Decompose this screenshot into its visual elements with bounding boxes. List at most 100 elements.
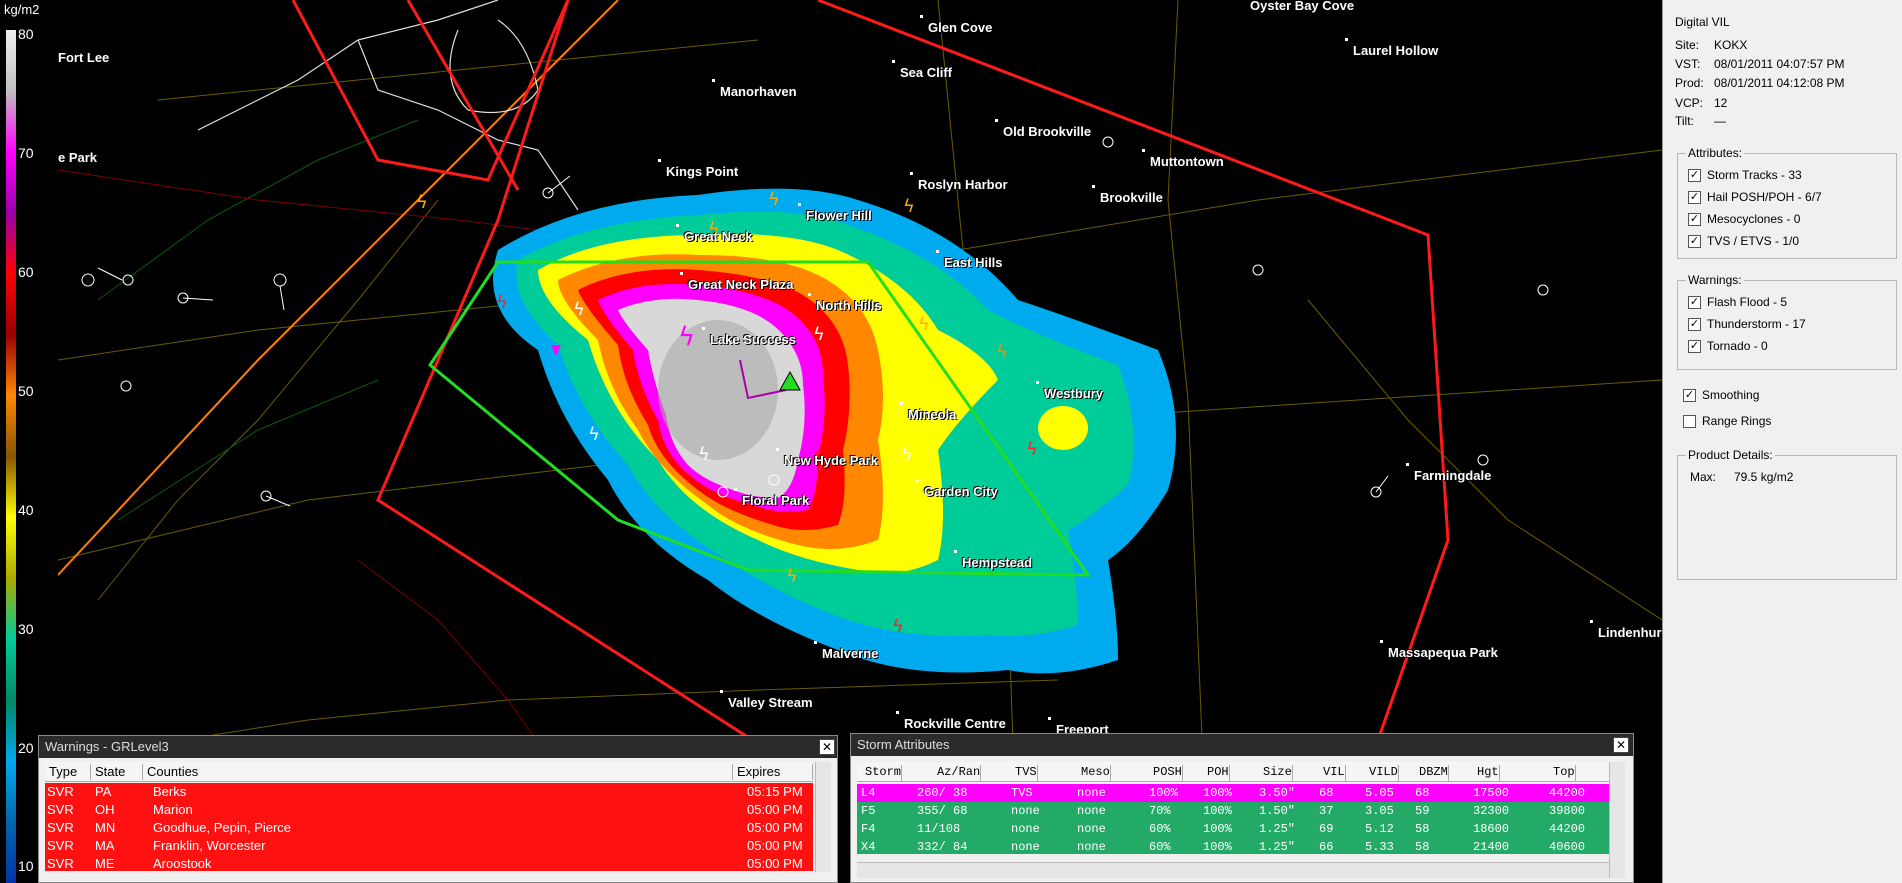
svg-text:ϟ: ϟ: [918, 314, 930, 335]
place-label: Glen Cove: [919, 15, 993, 35]
place-label: Manorhaven: [712, 79, 797, 99]
vst-label: VST:: [1675, 57, 1701, 71]
storm-cell: 39800: [1549, 804, 1586, 818]
attr-storm-tracks-checkbox[interactable]: ✓ Storm Tracks - 33: [1688, 168, 1802, 182]
storm-row[interactable]: F4 11/108 none none 60% 100% 1.25" 69 5.12 58 1860…: [857, 820, 1609, 838]
close-icon[interactable]: ✕: [1613, 737, 1629, 753]
legend-tick: 50: [18, 383, 34, 399]
storm-cell: 100%: [1203, 840, 1232, 854]
storm-cell: 17500: [1473, 786, 1510, 800]
storm-window-title: Storm Attributes: [851, 734, 1633, 756]
place-label: Flower Hill: [798, 203, 872, 223]
storm-cell: 3.50": [1259, 786, 1296, 800]
storm-cell: 40600: [1549, 840, 1586, 854]
table-row[interactable]: SVR ME Aroostook 05:00 PM: [45, 855, 813, 871]
col-poh[interactable]: POH: [1203, 765, 1230, 781]
warnings-scrollbar[interactable]: [815, 762, 831, 872]
col-size[interactable]: Size: [1259, 765, 1293, 781]
svg-text:ϟ: ϟ: [416, 192, 428, 213]
storm-cell: 68: [1415, 786, 1430, 800]
table-row[interactable]: SVR OH Marion 05:00 PM: [45, 801, 813, 819]
col-counties[interactable]: Counties: [143, 764, 733, 780]
place-label: Fort Lee: [58, 50, 110, 65]
table-row[interactable]: SVR MA Franklin, Worcester 05:00 PM: [45, 837, 813, 855]
range-rings-checkbox[interactable]: Range Rings: [1683, 414, 1771, 428]
col-vild[interactable]: VILD: [1365, 765, 1399, 781]
storm-cell: 3.05: [1365, 804, 1394, 818]
col-state[interactable]: State: [91, 764, 143, 780]
storm-vscrollbar[interactable]: [1609, 762, 1625, 878]
place-label: Brookville: [1092, 185, 1163, 205]
col-hgt[interactable]: Hgt: [1473, 765, 1500, 781]
place-label: Malverne: [813, 641, 879, 661]
svg-text:ϟ: ϟ: [698, 444, 710, 465]
storm-row[interactable]: X4 332/ 84 none none 60% 100% 1.25" 66 5.33 58 214…: [857, 838, 1609, 854]
col-type[interactable]: Type: [45, 764, 91, 780]
storm-row[interactable]: L4 260/ 38 TVS none 100% 100% 3.50" 68 5.05 68 175…: [857, 784, 1609, 802]
storm-cell: 37: [1319, 804, 1334, 818]
place-label: New Hyde Park: [776, 448, 878, 468]
max-label: Max:: [1690, 470, 1717, 484]
svg-text:ϟ: ϟ: [1026, 439, 1038, 460]
col-posh[interactable]: POSH: [1149, 765, 1183, 781]
storm-cell: 60%: [1149, 822, 1171, 836]
legend-unit: kg/m2: [4, 2, 40, 17]
storm-cell: 100%: [1203, 804, 1232, 818]
warn-flash-flood-checkbox[interactable]: ✓ Flash Flood - 5: [1688, 295, 1787, 309]
col-expires[interactable]: Expires: [733, 764, 813, 780]
legend-tick: 60: [18, 264, 34, 280]
site-label: Site:: [1675, 38, 1700, 52]
place-label: Rockville Centre: [896, 711, 1006, 731]
storm-cell: none: [1011, 822, 1040, 836]
col-tvs[interactable]: TVS: [1011, 765, 1038, 781]
storm-cell: 69: [1319, 822, 1334, 836]
storm-hscrollbar[interactable]: [857, 862, 1609, 878]
product-details-group: Product Details: Max: 79.5 kg/m2: [1677, 448, 1897, 580]
warn-thunderstorm-checkbox[interactable]: ✓ Thunderstorm - 17: [1688, 317, 1806, 331]
attr-hail-checkbox[interactable]: ✓ Hail POSH/POH - 6/7: [1688, 190, 1822, 204]
place-label: e Park: [58, 150, 98, 165]
col-top[interactable]: Top: [1549, 765, 1576, 781]
storm-cell: 58: [1415, 822, 1430, 836]
svg-text:ϟ: ϟ: [768, 189, 780, 210]
storm-cell: none: [1011, 840, 1040, 854]
checkbox-icon: ✓: [1688, 168, 1701, 182]
svg-text:ϟ: ϟ: [678, 322, 695, 352]
storm-cell: 100%: [1203, 822, 1232, 836]
svg-text:ϟ: ϟ: [813, 324, 825, 345]
checkbox-icon: ✓: [1688, 212, 1701, 226]
warnings-window[interactable]: Warnings - GRLevel3 ✕ Type State Countie…: [38, 735, 838, 883]
table-row[interactable]: SVR MN Goodhue, Pepin, Pierce 05:00 PM: [45, 819, 813, 837]
attr-meso-checkbox[interactable]: ✓ Mesocyclones - 0: [1688, 212, 1800, 226]
col-azran[interactable]: Az/Ran: [933, 765, 982, 781]
storm-attributes-window[interactable]: Storm Attributes ✕ Storm Az/Ran TVS Meso…: [850, 733, 1634, 883]
storm-row[interactable]: F5 355/ 68 none none 70% 100% 1.50" 37 3.05 59 323…: [857, 802, 1609, 820]
place-label: East Hills: [936, 250, 1003, 270]
warn-tornado-checkbox[interactable]: ✓ Tornado - 0: [1688, 339, 1768, 353]
smoothing-checkbox[interactable]: ✓ Smoothing: [1683, 388, 1759, 402]
storm-cell: L4: [861, 786, 876, 800]
close-icon[interactable]: ✕: [819, 739, 835, 755]
table-row[interactable]: SVR PA Berks 05:15 PM: [45, 783, 813, 801]
storm-cell: 1.25": [1259, 822, 1296, 836]
site-value: KOKX: [1714, 38, 1748, 52]
legend-tick: 70: [18, 145, 34, 161]
place-label: Great Neck Plaza: [680, 272, 794, 292]
col-dbzm[interactable]: DBZM: [1415, 765, 1449, 781]
place-label: Oyster Bay Cove: [1250, 0, 1355, 13]
checkbox-icon: ✓: [1683, 388, 1696, 402]
place-label: Lake Success: [701, 327, 797, 347]
product-details-title: Product Details:: [1686, 448, 1775, 462]
warnings-title: Warnings:: [1686, 273, 1744, 287]
legend-tick: 20: [18, 740, 34, 756]
checkbox-icon: ✓: [1688, 295, 1701, 309]
col-storm[interactable]: Storm: [861, 765, 903, 781]
place-label: Great Neck: [676, 224, 753, 244]
attr-tvs-checkbox[interactable]: ✓ TVS / ETVS - 1/0: [1688, 234, 1799, 248]
legend-tick: 10: [18, 858, 34, 874]
tilt-value: —: [1714, 114, 1726, 128]
col-meso[interactable]: Meso: [1077, 765, 1111, 781]
storm-cell: 260/ 38: [917, 786, 968, 800]
col-vil[interactable]: VIL: [1319, 765, 1346, 781]
storm-cell: 5.05: [1365, 786, 1394, 800]
